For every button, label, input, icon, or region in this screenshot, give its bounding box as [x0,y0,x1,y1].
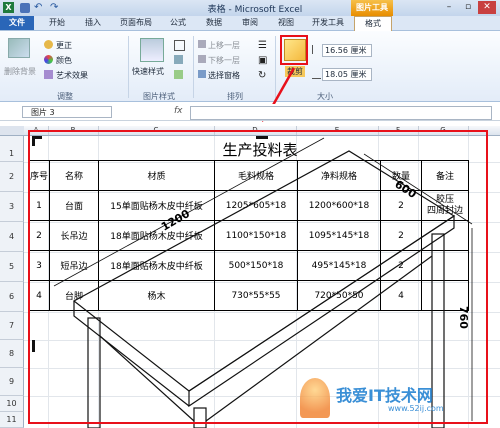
picture-effects-icon[interactable] [174,55,183,64]
picture-border-icon[interactable] [174,40,185,51]
picture-selection-frame[interactable] [28,130,488,424]
window-title: 表格 - Microsoft Excel [207,5,303,15]
artistic-effects-icon [44,70,53,79]
color-button[interactable]: 颜色 [56,55,72,66]
excel-logo-icon[interactable]: X [3,2,14,13]
artistic-effects-button[interactable]: 艺术效果 [56,70,88,81]
corrections-icon [44,40,53,49]
group-separator [193,36,194,98]
tab-format[interactable]: 格式 [354,16,392,31]
watermark-text: 我爱IT技术网 [336,386,433,405]
row-header[interactable]: 3 [0,192,24,222]
row-header[interactable]: 8 [0,340,24,368]
remove-background-icon[interactable] [8,38,30,58]
row-header[interactable]: 1 [0,136,24,162]
tab-home[interactable]: 开始 [42,16,72,30]
quick-styles-button[interactable]: 快速样式 [132,66,164,77]
row-header[interactable]: 9 [0,368,24,396]
selection-pane-icon [198,70,206,78]
formula-input[interactable] [190,106,492,120]
height-field[interactable]: 16.56 厘米 [322,44,372,57]
size-group-label: 大小 [317,92,333,101]
bring-forward-button[interactable]: 上移一层 [208,40,240,51]
picture-tools-context-tab: 图片工具 [351,0,393,16]
undo-icon[interactable]: ↶ [34,3,44,13]
tab-insert[interactable]: 插入 [78,16,108,30]
selection-pane-button[interactable]: 选择窗格 [208,70,240,81]
corrections-button[interactable]: 更正 [56,40,72,51]
group-separator [128,36,129,98]
redo-icon[interactable]: ↷ [50,3,60,13]
row-header[interactable]: 6 [0,282,24,312]
shape-height-icon [312,45,319,54]
adjust-group-label: 调整 [57,92,73,101]
fx-icon[interactable]: fx [174,106,183,116]
quick-styles-icon[interactable] [140,38,164,62]
row-header[interactable]: 2 [0,162,24,192]
remove-background-button[interactable]: 删除背景 [4,66,36,77]
row-header[interactable]: 7 [0,312,24,340]
picture-layout-icon[interactable] [174,70,183,79]
row-header[interactable]: 4 [0,222,24,252]
shape-width-icon [312,72,321,79]
arrange-group-label: 排列 [227,92,243,101]
tab-review[interactable]: 审阅 [236,16,264,30]
tab-view[interactable]: 视图 [272,16,300,30]
row-header[interactable]: 11 [0,412,24,428]
bring-forward-icon [198,40,206,48]
align-icon[interactable]: ☰ [258,40,267,51]
maximize-icon[interactable]: ▫ [459,1,477,14]
watermark-logo-icon [300,378,330,418]
row-header[interactable]: 5 [0,252,24,282]
select-all-corner[interactable] [0,126,24,135]
tab-page-layout[interactable]: 页面布局 [114,16,158,30]
tab-file[interactable]: 文件 [0,16,34,30]
color-icon [44,55,53,64]
send-backward-button[interactable]: 下移一层 [208,55,240,66]
send-backward-icon [198,55,206,63]
tab-data[interactable]: 数据 [200,16,228,30]
minimize-icon[interactable]: – [440,1,458,14]
crop-handle[interactable] [256,136,268,139]
tab-developer[interactable]: 开发工具 [308,16,348,30]
picture-styles-group-label: 图片样式 [143,92,175,101]
group-icon[interactable]: ▣ [258,55,267,66]
crop-handle[interactable] [32,340,35,352]
name-box[interactable]: 图片 3 [22,106,112,118]
save-icon[interactable] [20,3,30,13]
row-header[interactable]: 10 [0,396,24,412]
close-icon[interactable]: ✕ [478,1,496,14]
width-field[interactable]: 18.05 厘米 [322,68,372,81]
tab-formulas[interactable]: 公式 [164,16,192,30]
watermark-url: www.52ij.com [388,404,444,413]
crop-handle[interactable] [32,136,35,146]
crop-highlight-box [280,35,308,65]
